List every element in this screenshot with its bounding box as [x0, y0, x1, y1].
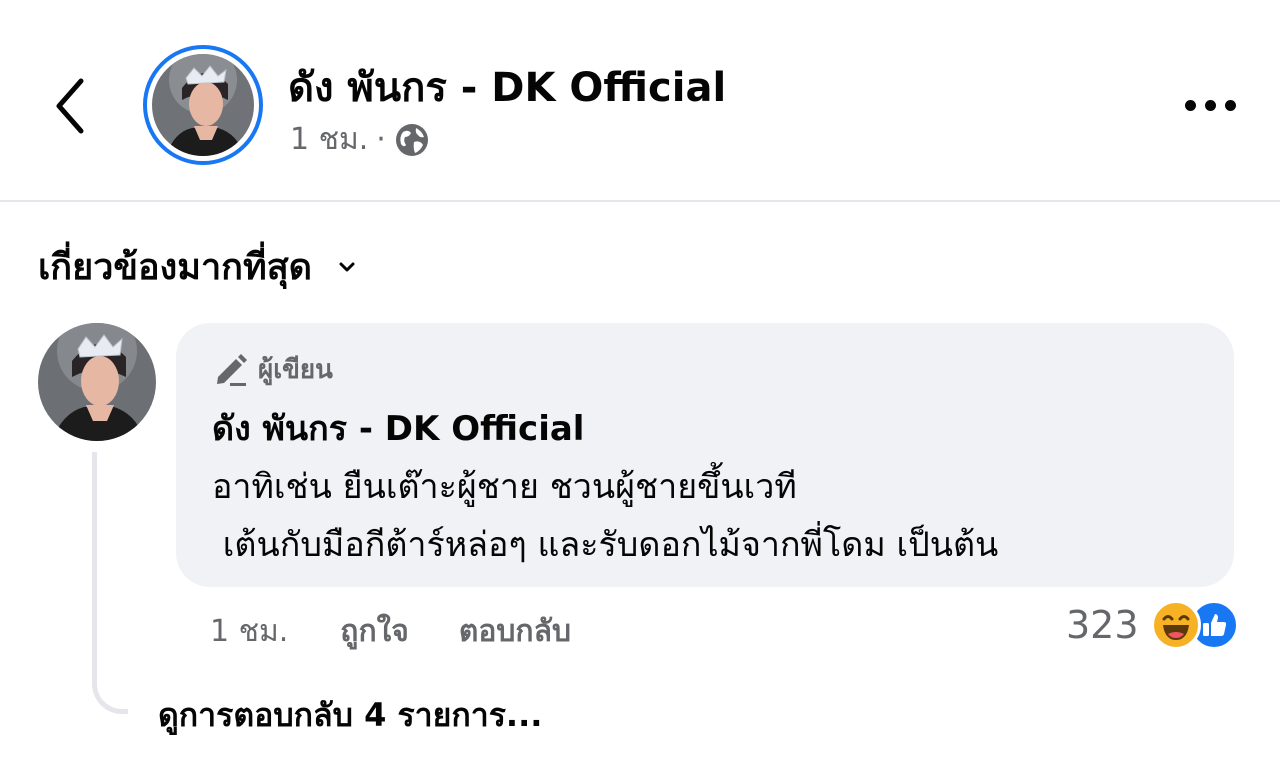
comment-text-line-1: อาทิเช่น ยืนเต๊าะผู้ชาย ชวนผู้ชายขึ้นเวท…: [212, 467, 797, 507]
view-replies-link[interactable]: ดูการตอบกลับ 4 รายการ...: [158, 690, 542, 741]
globe-icon: [395, 123, 428, 156]
like-button[interactable]: ถูกใจ: [340, 608, 409, 655]
post-header: ดัง พันกร - DK Official 1 ชม. ·: [0, 0, 1280, 200]
reaction-count: 323: [1066, 603, 1139, 647]
comment-time[interactable]: 1 ชม.: [210, 608, 288, 655]
avatar-photo: [152, 54, 254, 156]
comment-text-line-2: เต้นกับมือกีต้าร์หล่อๆ และรับดอกไม้จากพี…: [212, 525, 999, 565]
header-divider: [0, 200, 1280, 202]
post-time[interactable]: 1 ชม.: [290, 116, 368, 163]
commenter-name[interactable]: ดัง พันกร - DK Official: [212, 401, 1198, 455]
comment-actions: 1 ชม. ถูกใจ ตอบกลับ: [210, 608, 571, 655]
author-badge: ผู้เขียน: [212, 349, 1198, 389]
more-options-button[interactable]: [1172, 80, 1248, 130]
page-avatar[interactable]: [143, 45, 263, 165]
reaction-summary[interactable]: 323: [1066, 600, 1239, 650]
more-dot: [1204, 99, 1216, 111]
page-name[interactable]: ดัง พันกร - DK Official: [288, 55, 726, 119]
chevron-down-icon: [338, 261, 356, 273]
reply-thread-line: [92, 452, 128, 714]
haha-icon: [1150, 600, 1201, 650]
pencil-icon: [212, 351, 248, 387]
comment-sort-dropdown[interactable]: เกี่ยวข้องมากที่สุด: [38, 238, 356, 295]
sort-label: เกี่ยวข้องมากที่สุด: [38, 247, 313, 288]
commenter-avatar[interactable]: [38, 323, 156, 441]
more-dot: [1224, 99, 1236, 111]
back-button[interactable]: [40, 68, 100, 144]
more-dot: [1184, 99, 1196, 111]
reply-button[interactable]: ตอบกลับ: [459, 608, 571, 655]
chevron-left-icon: [56, 78, 84, 134]
meta-separator: ·: [376, 122, 386, 157]
post-meta: 1 ชม. ·: [290, 116, 430, 163]
author-badge-label: ผู้เขียน: [258, 354, 333, 385]
comment-bubble: ผู้เขียน ดัง พันกร - DK Official อาทิเช่…: [176, 323, 1234, 587]
